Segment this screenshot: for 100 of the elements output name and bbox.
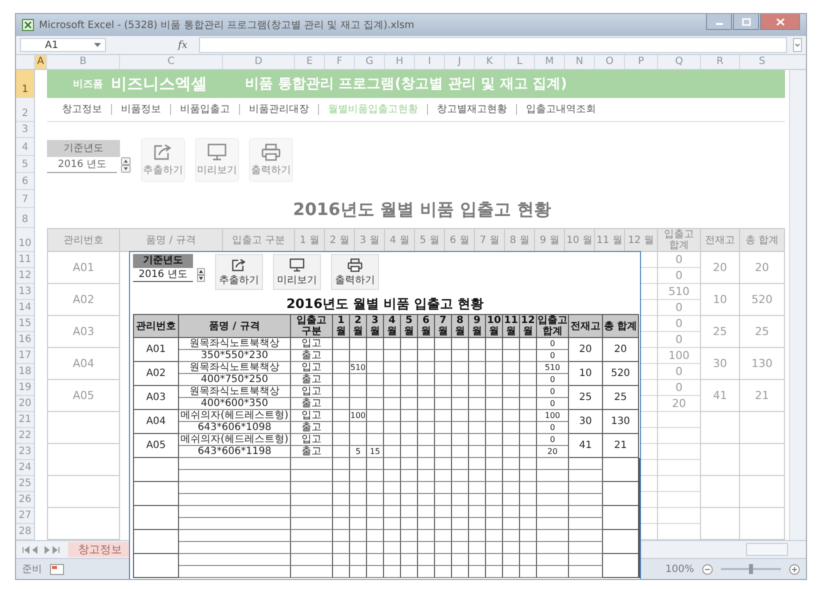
action-button[interactable]: 출력하기: [331, 254, 379, 290]
year-field[interactable]: 2016 년도: [47, 157, 118, 173]
sheet-tab[interactable]: 창고정보: [68, 542, 132, 557]
column-header[interactable]: J: [444, 55, 474, 69]
nav-link[interactable]: 창고정보: [53, 104, 111, 115]
table-cell: 41: [701, 380, 740, 412]
row-header[interactable]: 12: [16, 268, 34, 284]
column-header[interactable]: F: [324, 55, 354, 69]
row-header[interactable]: 19: [16, 380, 34, 396]
row-header[interactable]: 26: [16, 492, 34, 508]
row-header[interactable]: 18: [16, 364, 34, 380]
column-header[interactable]: A: [34, 55, 46, 69]
row-header[interactable]: 13: [16, 284, 34, 300]
row-header[interactable]: 5: [16, 156, 34, 173]
function-button[interactable]: fx: [172, 40, 194, 50]
column-header[interactable]: M: [534, 55, 564, 69]
sheet-navigation-icon[interactable]: [22, 546, 62, 554]
table-cell: 130: [603, 410, 639, 434]
zoom-thumb[interactable]: [749, 564, 753, 574]
row-header[interactable]: 10: [16, 228, 34, 252]
row-header[interactable]: 27: [16, 508, 34, 524]
table-cell: [418, 458, 435, 470]
nav-link[interactable]: 비품입출고: [170, 104, 239, 115]
row-header[interactable]: 1: [16, 70, 34, 98]
horizontal-scrollbar[interactable]: [746, 543, 788, 556]
row-header[interactable]: 20: [16, 396, 34, 412]
row-header[interactable]: 7: [16, 190, 34, 208]
column-header[interactable]: D: [222, 55, 294, 69]
row-header[interactable]: 23: [16, 444, 34, 460]
zoom-out-icon[interactable]: [702, 564, 713, 574]
row-header[interactable]: 4: [16, 138, 34, 156]
column-header[interactable]: R: [700, 55, 739, 69]
close-button[interactable]: [760, 14, 800, 30]
row-header[interactable]: 8: [16, 208, 34, 228]
vertical-scrollbar[interactable]: [789, 70, 806, 540]
row-header[interactable]: 22: [16, 428, 34, 444]
table-cell: [520, 338, 537, 350]
column-header[interactable]: B: [46, 55, 119, 69]
row-header[interactable]: 17: [16, 348, 34, 364]
nav-link[interactable]: 입출고내역조회: [516, 104, 605, 115]
nav-link[interactable]: 비품정보: [111, 104, 170, 115]
table-cell: [469, 506, 486, 518]
table-cell: [452, 518, 469, 530]
macro-record-icon[interactable]: [50, 564, 64, 574]
table-cell: [569, 542, 603, 554]
report-title: 2016년도 월별 비품 입출고 현황: [286, 296, 484, 313]
row-header[interactable]: 2: [16, 98, 34, 122]
nav-link[interactable]: 창고별재고현황: [427, 104, 516, 115]
table-cell: [435, 518, 452, 530]
action-button[interactable]: 미리보기: [195, 138, 239, 182]
row-header[interactable]: 6: [16, 173, 34, 190]
action-button[interactable]: 출력하기: [249, 138, 293, 182]
row-header[interactable]: 16: [16, 332, 34, 348]
table-cell: 0: [537, 434, 569, 446]
row-header[interactable]: 3: [16, 122, 34, 138]
table-cell: [350, 554, 367, 566]
year-field[interactable]: 2016 년도: [133, 268, 193, 282]
spinner-icon[interactable]: [121, 157, 131, 173]
row-header[interactable]: 25: [16, 476, 34, 492]
column-header[interactable]: K: [474, 55, 504, 69]
action-button[interactable]: 추출하기: [215, 254, 263, 290]
formula-input[interactable]: [199, 37, 787, 53]
row-header[interactable]: 15: [16, 316, 34, 332]
action-button[interactable]: 추출하기: [141, 138, 185, 182]
zoom-in-icon[interactable]: [789, 564, 800, 574]
column-header[interactable]: I: [414, 55, 444, 69]
column-header[interactable]: C: [119, 55, 222, 69]
minimize-button[interactable]: [706, 14, 732, 30]
table-cell: [469, 338, 486, 350]
table-cell: [435, 458, 452, 470]
spinner-icon[interactable]: [197, 268, 205, 282]
table-cell: [418, 374, 435, 386]
column-header[interactable]: H: [384, 55, 414, 69]
row-header[interactable]: 11: [16, 252, 34, 268]
table-cell: [350, 338, 367, 350]
name-box[interactable]: A1: [20, 38, 106, 52]
row-header[interactable]: 24: [16, 460, 34, 476]
window-title: Microsoft Excel - (5328) 비품 통합관리 프로그램(창고별 관리 및 재고 집계).xlsm: [39, 19, 414, 32]
table-cell: [658, 476, 701, 492]
column-header: 8 월: [452, 314, 469, 338]
column-header[interactable]: P: [624, 55, 657, 69]
maximize-button[interactable]: [733, 14, 759, 30]
nav-link[interactable]: 비품관리대장: [239, 104, 318, 115]
column-header[interactable]: O: [594, 55, 624, 69]
action-button[interactable]: 미리보기: [273, 254, 321, 290]
nav-link[interactable]: 월별비품입출고현황: [318, 104, 427, 115]
column-header[interactable]: N: [564, 55, 594, 69]
column-header[interactable]: Q: [657, 55, 700, 69]
expand-icon[interactable]: [793, 38, 802, 52]
column-header: 4 월: [384, 314, 401, 338]
row-header[interactable]: 21: [16, 412, 34, 428]
status-text: 준비: [22, 563, 42, 576]
table-cell: [133, 458, 179, 482]
column-header[interactable]: G: [354, 55, 384, 69]
table-cell: [452, 410, 469, 422]
column-header[interactable]: S: [739, 55, 784, 69]
row-header[interactable]: 14: [16, 300, 34, 316]
table-cell: [384, 458, 401, 470]
column-header[interactable]: L: [504, 55, 534, 69]
column-header[interactable]: E: [294, 55, 324, 69]
